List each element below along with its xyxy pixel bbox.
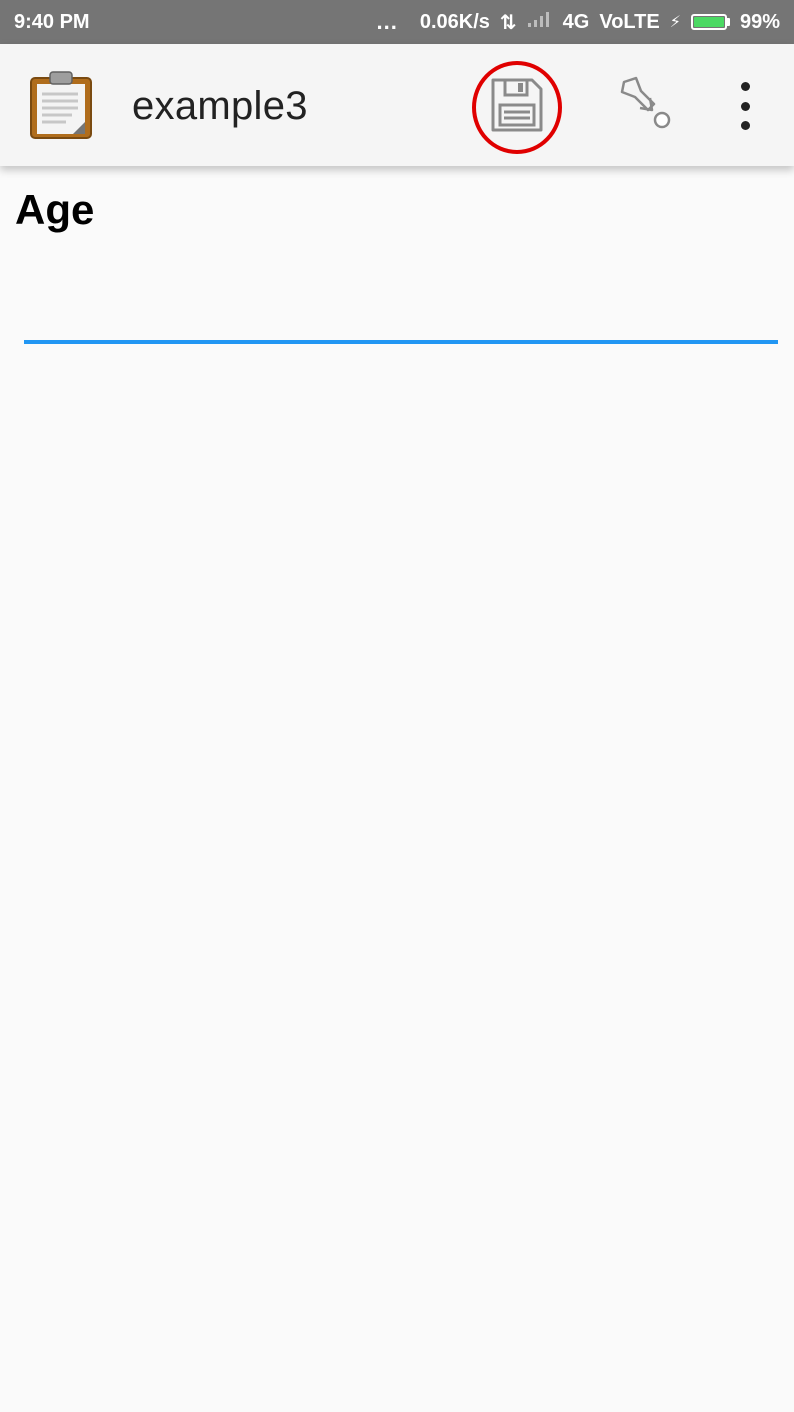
go-to-question-icon xyxy=(614,74,674,139)
notification-dots: ... xyxy=(376,9,398,34)
age-input[interactable] xyxy=(24,268,778,344)
app-title: example3 xyxy=(132,84,308,128)
status-time: 9:40 PM xyxy=(14,10,90,33)
app-bar: example3 xyxy=(0,44,794,166)
overflow-menu-button[interactable] xyxy=(726,82,764,130)
go-to-question-button[interactable] xyxy=(612,74,676,138)
floppy-disk-icon xyxy=(490,77,544,138)
more-vert-icon xyxy=(740,82,750,91)
status-bar: 9:40 PM ... 0.06K/s ⇅ 4G VoLTE ⚡ 99% xyxy=(0,0,794,44)
battery-level-fill xyxy=(693,17,724,27)
save-button[interactable] xyxy=(472,61,562,154)
data-activity-icon: ⇅ xyxy=(499,11,517,34)
battery-icon xyxy=(690,14,730,30)
network-speed: 0.06K/s xyxy=(419,10,490,33)
charging-icon: ⚡ xyxy=(669,14,681,31)
clipboard-icon xyxy=(28,70,94,140)
signal-icon xyxy=(527,10,553,34)
volte-label: VoLTE xyxy=(599,10,660,33)
question-label: Age xyxy=(15,186,95,233)
battery-percent: 99% xyxy=(739,10,780,33)
network-type: 4G xyxy=(562,10,590,33)
